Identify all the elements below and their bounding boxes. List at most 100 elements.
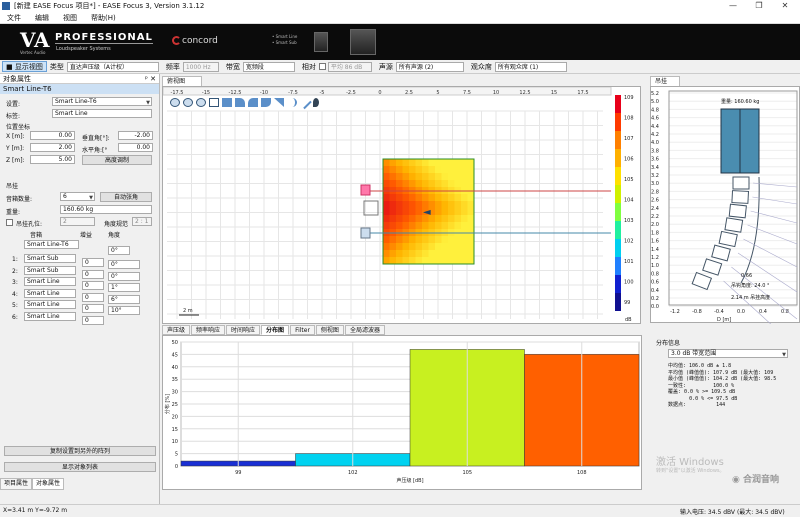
shape-4-icon[interactable] [261,98,271,107]
hang-view-canvas[interactable]: 5.2 5.0 4.8 4.6 4.4 4.2 4.0 3.8 3.6 3.4 3.2 3.0 2.8 2… [651,87,800,349]
avg-select[interactable]: 平均 86 dB [327,61,372,72]
height-adjust-button[interactable]: 高度调制 [82,155,152,165]
hang-hole-select[interactable]: 2 [60,217,95,226]
tab-top-view[interactable]: 俯视图 [162,76,202,86]
rig-row-gain-select[interactable]: 0 [82,292,104,302]
chart-y-tick-label: 15 [172,427,178,433]
tab-bottom-5[interactable]: 侧视图 [315,325,344,335]
hang-x-tick-label: -0.4 [714,309,724,315]
heatmap-cell [389,194,397,202]
distribution-chart: 0 5 10 15 20 25 30 35 40 45 50 99 102 105 108 分布 [%] 声压级… [164,340,640,484]
x-input[interactable]: 0.00 [30,131,75,140]
rig-row-angle-select[interactable]: 10° [108,306,140,315]
copy-settings-button[interactable]: 复制设置到另外的阵列 [4,446,156,456]
rig-row-gain-select[interactable]: 0 [82,281,104,290]
x-label: X [m]: [6,133,25,140]
tab-object-properties[interactable]: 对象属性 [32,478,65,490]
rig-row-gain-select[interactable]: 0 [82,304,104,313]
hang-hole-checkbox[interactable] [6,219,13,226]
shape-3-icon[interactable] [248,98,258,107]
tab-bottom-4[interactable]: Filter [290,325,315,335]
tab-bottom-6[interactable]: 全局滤波器 [344,325,385,335]
relative-checkbox[interactable] [318,63,326,70]
heatmap-cell [422,257,429,265]
show-view-button[interactable]: ■ 显示视图 [2,61,47,72]
rig-row-box-select[interactable]: Smart Line [24,288,76,298]
maximize-button[interactable]: ❐ [746,0,772,12]
box-count-value: 6 [63,193,67,200]
source-select[interactable]: 所有声源 (2) [395,61,464,72]
heatmap-cell [467,215,475,223]
heatmap-cell [409,215,416,223]
select-area-icon[interactable] [209,98,219,107]
tab-bottom-2[interactable]: 时间响应 [226,325,261,335]
rig-row-box-select[interactable]: Smart Sub [24,254,76,263]
rig-row-gain-select[interactable]: 0 [82,315,104,325]
rect-icon[interactable] [222,98,232,107]
show-object-list-button[interactable]: 显示对象列表 [4,462,156,472]
measure-icon[interactable] [298,95,312,110]
hang-y-tick-label: 4.4 [651,124,659,130]
rig-row-gain-select[interactable]: 0 [82,269,104,279]
zoom-in-icon[interactable] [170,98,180,107]
ruler-tick-label: -12.5 [229,90,242,96]
tree-item-selected[interactable]: Smart Line-T6 [0,84,159,94]
shape-5-icon[interactable] [274,98,284,107]
heatmap-cell [448,215,455,223]
type-select[interactable]: 直达声压级（A计权） [66,61,159,72]
heatmap-cell [383,243,390,251]
audience-select[interactable]: 所有观众席 (1) [494,61,567,72]
rig-row-angle-select[interactable]: 6° [108,294,140,304]
zoom-fit-icon[interactable] [196,98,206,107]
z-input[interactable]: 5.00 [30,155,75,164]
menu-help[interactable]: 帮助(H) [84,13,123,23]
minimize-button[interactable]: — [720,0,746,12]
freq-select[interactable]: 1000 Hz [182,61,219,72]
vert-angle-input[interactable]: -2.00 [118,131,153,140]
tab-hang[interactable]: 吊挂 [650,76,680,86]
tab-bottom-0[interactable]: 声压级 [162,325,191,335]
top-view-canvas[interactable]: -17.5 -15 -12.5 -10 -7.5 -5 -2.5 0 2.5 5 7.5 10 12.5… [162,86,642,325]
rig-row-box-select[interactable]: Smart Line [24,311,76,321]
band-select[interactable]: 宽频段 [242,61,295,72]
rig-row-gain-select[interactable]: 0 [82,258,104,267]
heatmap-cell [389,257,397,265]
rig-row-angle-select[interactable]: 0° [108,271,140,281]
tab-project-properties[interactable]: 项目属性 [0,478,33,490]
name-input[interactable]: Smart Line [52,109,152,118]
pin-icon[interactable] [313,98,319,107]
settings-select[interactable]: Smart Line-T6 ▼ [52,97,152,106]
horiz-angle-input[interactable]: 0.00 [118,143,153,152]
menu-edit[interactable]: 编辑 [28,13,56,23]
chart-y-tick-label: 30 [172,390,178,396]
rig-top-select[interactable]: Smart Line-T6 [24,240,79,249]
colorbar-segment [615,275,621,293]
bandwidth-value: 3.0 dB 带宽范围 [671,350,717,357]
box-count-select[interactable]: 6 ▼ [60,192,95,201]
menu-file[interactable]: 文件 [0,13,28,23]
curve-icon[interactable] [287,98,297,107]
menu-view[interactable]: 视图 [56,13,84,23]
chevron-down-icon: ▼ [146,100,150,106]
rig-row-box-select[interactable]: Smart Line [24,300,76,309]
pin-close-icon[interactable]: ᵖ ✕ [145,74,156,84]
smart-list: • Smart Line • Smart Sub [272,34,297,46]
colorbar-segment [615,167,621,185]
close-button[interactable]: ✕ [772,0,798,12]
rig-row-box-select[interactable]: Smart Line [24,277,76,286]
rig-row-angle-select[interactable]: 0° [108,260,140,269]
bandwidth-select[interactable]: 3.0 dB 带宽范围 ▼ [668,349,788,358]
tab-bottom-1[interactable]: 频率响应 [191,325,226,335]
rig-row-box-select[interactable]: Smart Sub [24,265,76,275]
tab-bottom-3[interactable]: 分布图 [261,325,290,335]
rig-row-angle-select[interactable]: 1° [108,283,140,292]
angle-rule-field[interactable]: 2 : 1 [132,217,152,226]
rig-top-angle[interactable]: 0° [108,246,130,255]
auto-angle-button[interactable]: 自动张角 [100,192,152,202]
heatmap-cell [402,222,410,230]
y-input[interactable]: 2.00 [30,143,75,152]
shape-2-icon[interactable] [235,98,245,107]
zoom-out-icon[interactable] [183,98,193,107]
chart-y-tick-label: 25 [172,402,178,408]
distribution-info-panel: 分布信息 3.0 dB 带宽范围 ▼ 中均值: 106.0 dB ± 1.8 平均值… [650,335,800,490]
